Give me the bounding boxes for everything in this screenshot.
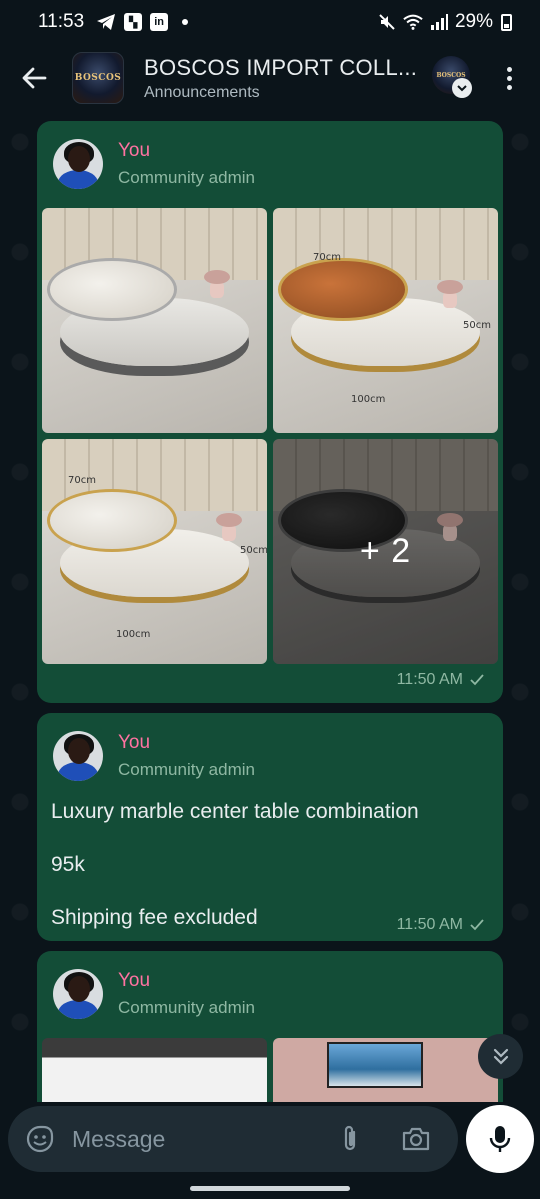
- battery-percent: 29%: [454, 11, 493, 32]
- sender-role: Community admin: [118, 998, 255, 1017]
- album-image[interactable]: [42, 1038, 267, 1102]
- camera-button[interactable]: [396, 1119, 436, 1159]
- dot-icon: [506, 75, 512, 81]
- chat-title-block[interactable]: BOSCOS IMPORT COLL... Announcements: [144, 55, 419, 102]
- sent-check-icon: [470, 674, 484, 686]
- gesture-nav-bar[interactable]: [190, 1186, 350, 1191]
- more-images-count: + 2: [359, 532, 412, 570]
- status-bar: 11:53 ▚ in 29%: [0, 0, 540, 44]
- signal-icon: [429, 13, 449, 31]
- image-album: 70cm 50cm 100cm 70cm 50cm 100cm + 2: [42, 208, 498, 664]
- dimension-label: 50cm: [240, 545, 267, 556]
- message-bubble[interactable]: You Community admin Luxury marble center…: [37, 713, 503, 941]
- sticker-smiley-icon: [26, 1125, 54, 1153]
- capcut-icon: ▚: [124, 13, 143, 31]
- sender-name: You: [118, 140, 151, 161]
- scroll-to-bottom-button[interactable]: [478, 1034, 523, 1079]
- dimension-label: 70cm: [68, 475, 96, 486]
- camera-icon: [402, 1127, 430, 1151]
- chevron-down-icon[interactable]: [452, 78, 472, 98]
- telegram-icon: [96, 13, 116, 31]
- chat-header: BOSCOS BOSCOS IMPORT COLL... Announcemen…: [0, 44, 540, 112]
- message-time: 11:50 AM: [396, 916, 463, 933]
- back-button[interactable]: [4, 48, 64, 108]
- linkedin-icon: in: [150, 13, 169, 31]
- message-time: 11:50 AM: [396, 671, 463, 688]
- double-chevron-down-icon: [493, 1048, 508, 1065]
- sender-name: You: [118, 970, 151, 991]
- attach-button[interactable]: [330, 1119, 370, 1159]
- message-input[interactable]: [72, 1119, 322, 1159]
- microphone-icon: [489, 1126, 511, 1152]
- sent-check-icon: [470, 919, 484, 931]
- chat-subtitle: Announcements: [144, 83, 260, 101]
- sender-avatar[interactable]: [53, 139, 103, 189]
- dimension-label: 50cm: [463, 320, 491, 331]
- sender-role: Community admin: [118, 168, 255, 187]
- sender-name: You: [118, 732, 151, 753]
- sender-avatar[interactable]: [53, 731, 103, 781]
- status-time: 11:53: [38, 11, 85, 32]
- notification-dot-icon: [182, 19, 189, 25]
- more-options-button[interactable]: [494, 60, 524, 96]
- composer-bar: [8, 1106, 458, 1172]
- album-image-more[interactable]: + 2: [273, 439, 498, 664]
- album-image[interactable]: [42, 208, 267, 433]
- emoji-button[interactable]: [20, 1119, 60, 1159]
- message-text-line: Shipping fee excluded: [51, 906, 258, 929]
- voice-message-button[interactable]: [466, 1105, 534, 1173]
- paperclip-icon: [344, 1125, 356, 1151]
- message-bubble[interactable]: You Community admin 70cm 50cm 100cm 70cm…: [37, 121, 503, 703]
- sender-row: You Community admin: [53, 731, 255, 781]
- message-bubble[interactable]: You Community admin: [37, 951, 503, 1102]
- message-text-line: 95k: [51, 853, 85, 876]
- album-image[interactable]: 70cm 50cm 100cm: [42, 439, 267, 664]
- dot-icon: [506, 66, 512, 72]
- arrow-left-icon: [22, 67, 47, 89]
- mute-icon: [377, 13, 397, 31]
- group-avatar-logo: BOSCOS: [74, 73, 122, 83]
- wifi-icon: [403, 13, 423, 31]
- dimension-label: 100cm: [351, 394, 386, 405]
- sender-row: You Community admin: [53, 139, 255, 189]
- group-avatar[interactable]: BOSCOS: [72, 52, 124, 104]
- chat-title: BOSCOS IMPORT COLL...: [144, 54, 418, 80]
- more-images-overlay[interactable]: + 2: [273, 439, 498, 664]
- battery-icon: [501, 13, 512, 31]
- sender-avatar[interactable]: [53, 969, 103, 1019]
- sender-role: Community admin: [118, 760, 255, 779]
- message-meta: 11:50 AM: [397, 671, 485, 689]
- album-image[interactable]: [273, 1038, 498, 1102]
- dot-icon: [506, 84, 512, 90]
- message-meta: 11:50 AM: [397, 916, 485, 934]
- image-album: [42, 1038, 498, 1102]
- chat-area[interactable]: You Community admin 70cm 50cm 100cm 70cm…: [0, 112, 540, 1102]
- dimension-label: 100cm: [116, 629, 151, 640]
- dimension-label: 70cm: [313, 252, 341, 263]
- album-image[interactable]: 70cm 50cm 100cm: [273, 208, 498, 433]
- sender-row: You Community admin: [53, 969, 255, 1019]
- message-text-line: Luxury marble center table combination: [51, 800, 419, 823]
